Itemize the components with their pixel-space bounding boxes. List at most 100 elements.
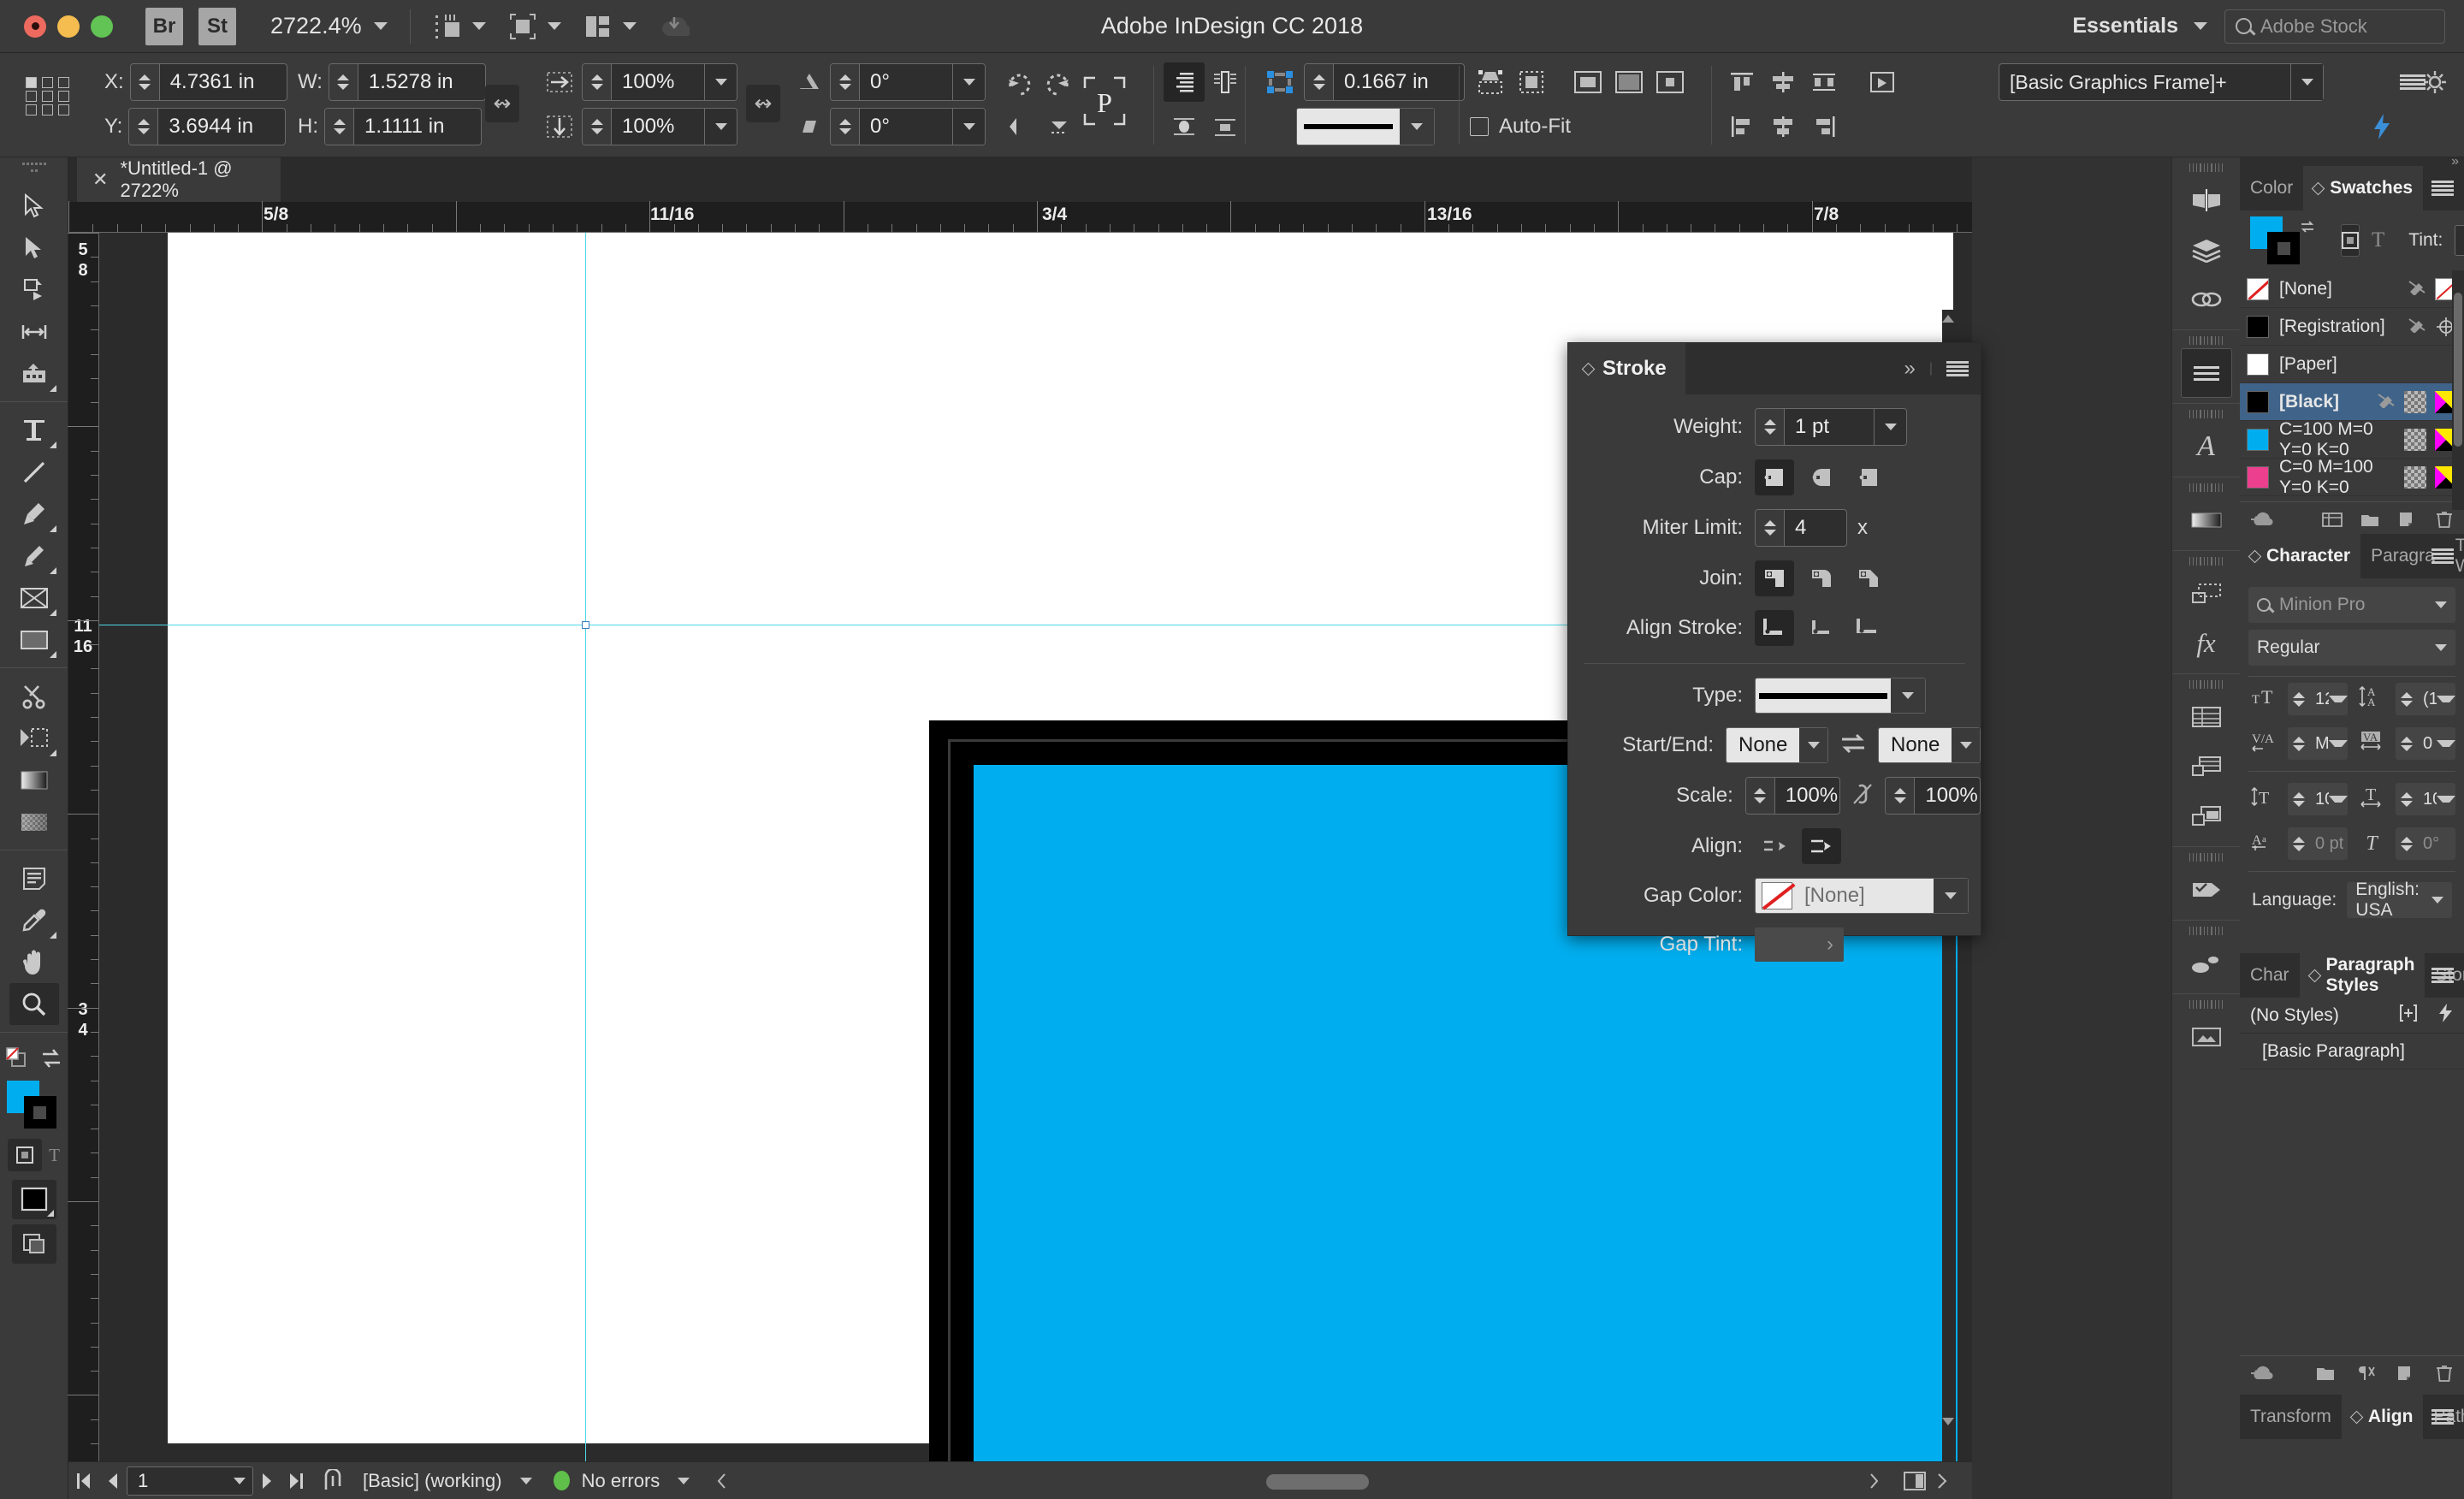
shear-stepper[interactable] xyxy=(831,109,860,145)
rotation-stepper[interactable] xyxy=(831,64,860,100)
chevron-down-icon[interactable] xyxy=(1934,879,1968,913)
swatch-row[interactable]: [None] xyxy=(2240,270,2464,308)
stroke-weight-field[interactable]: 1 pt xyxy=(1755,408,1907,446)
align-left-edges-button[interactable] xyxy=(1721,107,1762,146)
view-options-button[interactable] xyxy=(433,12,486,41)
horizontal-scrollbar[interactable] xyxy=(719,1474,1728,1491)
object-states-panel-icon[interactable] xyxy=(2181,569,2232,619)
selection-tool[interactable] xyxy=(9,185,59,227)
stock-icon[interactable]: St xyxy=(198,7,236,45)
fit-content-to-frame-button[interactable] xyxy=(1567,62,1608,102)
chevron-down-icon[interactable] xyxy=(2290,64,2323,100)
vertical-scale-field[interactable]: 100% xyxy=(2288,783,2348,815)
scroll-up-icon[interactable] xyxy=(1942,315,1954,323)
table-panel-icon[interactable] xyxy=(2181,692,2232,742)
pencil-tool[interactable] xyxy=(9,535,59,577)
note-tool[interactable] xyxy=(9,857,59,899)
scale-x-stepper[interactable] xyxy=(583,64,612,100)
tab-paragraph-styles[interactable]: Paragraph Styles xyxy=(2299,953,2426,998)
new-style-icon[interactable] xyxy=(2396,1365,2416,1386)
paragraph-styles-panel-menu-icon[interactable] xyxy=(2431,968,2454,983)
font-size-field[interactable]: 12 pt xyxy=(2288,683,2348,715)
quick-apply-icon[interactable] xyxy=(2437,1003,2454,1028)
swatches-panel-menu-icon[interactable] xyxy=(2431,181,2454,196)
tab-transform[interactable]: Transform xyxy=(2240,1395,2342,1439)
constrain-proportions-scale-button[interactable]: ↭ xyxy=(746,85,780,122)
stroke-swatch[interactable] xyxy=(23,1096,56,1129)
baseline-shift-field[interactable]: 0 pt xyxy=(2288,827,2348,860)
baseline-shift-stepper[interactable] xyxy=(2288,836,2310,851)
minimize-window-icon[interactable] xyxy=(57,15,80,38)
new-style-group-icon[interactable] xyxy=(2315,1365,2336,1386)
kerning-stepper[interactable] xyxy=(2288,736,2310,751)
paragraph-style-row[interactable]: [Basic Paragraph] xyxy=(2240,1034,2464,1069)
tracking-stepper[interactable] xyxy=(2396,736,2418,751)
apply-to-object-button[interactable] xyxy=(2341,224,2360,257)
rectangle-tool[interactable] xyxy=(9,619,59,661)
chevron-down-icon[interactable] xyxy=(2329,696,2348,702)
projecting-cap-button[interactable] xyxy=(1849,459,1888,495)
scale-y-field[interactable]: 100% xyxy=(582,108,737,145)
chevron-down-icon[interactable] xyxy=(471,22,486,30)
stock-search-input[interactable]: Adobe Stock xyxy=(2224,9,2445,44)
panel-collapse-icon[interactable] xyxy=(1581,362,1596,376)
rotate-counterclockwise-button[interactable] xyxy=(1039,62,1080,102)
apply-color-button[interactable] xyxy=(11,1180,56,1219)
maximize-window-icon[interactable] xyxy=(91,15,113,38)
rotate-clockwise-button[interactable] xyxy=(998,62,1039,102)
miter-limit-stepper[interactable] xyxy=(1756,510,1785,546)
chevron-down-icon[interactable] xyxy=(373,22,388,30)
dock-grabber[interactable] xyxy=(2189,927,2224,935)
type-tool[interactable] xyxy=(9,409,59,451)
page-tool[interactable] xyxy=(9,269,59,311)
select-content-button[interactable] xyxy=(1862,62,1903,102)
chevron-down-icon[interactable] xyxy=(1891,678,1925,713)
x-stepper[interactable] xyxy=(130,64,160,100)
pages-panel-icon[interactable] xyxy=(2181,175,2232,225)
stroke-type-dropdown[interactable] xyxy=(1296,108,1435,145)
vertical-center-align-button[interactable] xyxy=(1164,107,1205,146)
fit-content-proportionally-button[interactable] xyxy=(1470,62,1511,102)
new-color-group-icon[interactable] xyxy=(2360,511,2380,532)
cell-styles-panel-icon[interactable] xyxy=(2181,742,2232,791)
dock-grabber[interactable] xyxy=(2189,853,2224,862)
chevron-down-icon[interactable] xyxy=(234,1477,246,1484)
document-tab[interactable]: ✕ *Untitled-1 @ 2722% xyxy=(77,157,281,202)
auto-fit-checkbox[interactable] xyxy=(1470,117,1489,136)
vertical-scale-stepper[interactable] xyxy=(2288,791,2310,807)
miter-join-button[interactable] xyxy=(1755,560,1794,596)
text-frame-balance-columns-button[interactable] xyxy=(1205,62,1246,102)
h-stepper[interactable] xyxy=(325,109,354,145)
color-theme-panel-icon[interactable] xyxy=(2181,939,2232,988)
chevron-down-icon[interactable] xyxy=(2435,644,2447,651)
h-field[interactable]: 1.1111 in xyxy=(324,108,482,145)
preflight-profile-icon[interactable] xyxy=(311,1468,354,1493)
content-collector-tool[interactable] xyxy=(9,353,59,394)
add-style-icon[interactable] xyxy=(2399,1004,2418,1028)
eyedropper-tool[interactable] xyxy=(9,899,59,941)
stroke-weight-dropdown[interactable] xyxy=(1874,409,1906,445)
round-cap-button[interactable] xyxy=(1802,459,1841,495)
tools-panel-grabber[interactable] xyxy=(21,163,46,175)
pen-tool[interactable] xyxy=(9,493,59,535)
butt-cap-button[interactable] xyxy=(1755,459,1794,495)
direct-selection-tool[interactable] xyxy=(9,227,59,269)
scroll-right-icon[interactable] xyxy=(1859,1472,1888,1490)
chevron-down-icon[interactable] xyxy=(2194,22,2207,30)
arrow-scale-end-field[interactable]: 100% xyxy=(1885,777,1981,815)
horizontal-scale-field[interactable]: 100% xyxy=(2396,783,2455,815)
align-stroke-inside-button[interactable] xyxy=(1802,610,1841,646)
quick-apply-icon[interactable] xyxy=(2361,107,2402,146)
window-controls[interactable] xyxy=(24,15,113,38)
rectangle-frame-tool[interactable] xyxy=(9,577,59,619)
text-frame-columns-fixed-button[interactable] xyxy=(1164,62,1205,102)
gradient-feather-tool[interactable] xyxy=(9,801,59,843)
chevron-down-icon[interactable] xyxy=(1400,109,1434,145)
dock-grabber[interactable] xyxy=(2189,163,2224,172)
scale-y-dropdown[interactable] xyxy=(704,109,737,145)
gradient-panel-icon[interactable] xyxy=(2181,495,2232,545)
align-right-edges-button[interactable] xyxy=(1804,107,1845,146)
vertical-guide[interactable] xyxy=(585,233,586,1473)
add-to-library-icon[interactable] xyxy=(2250,1364,2276,1387)
object-style-dropdown[interactable]: [Basic Graphics Frame]+ xyxy=(1999,63,2324,101)
